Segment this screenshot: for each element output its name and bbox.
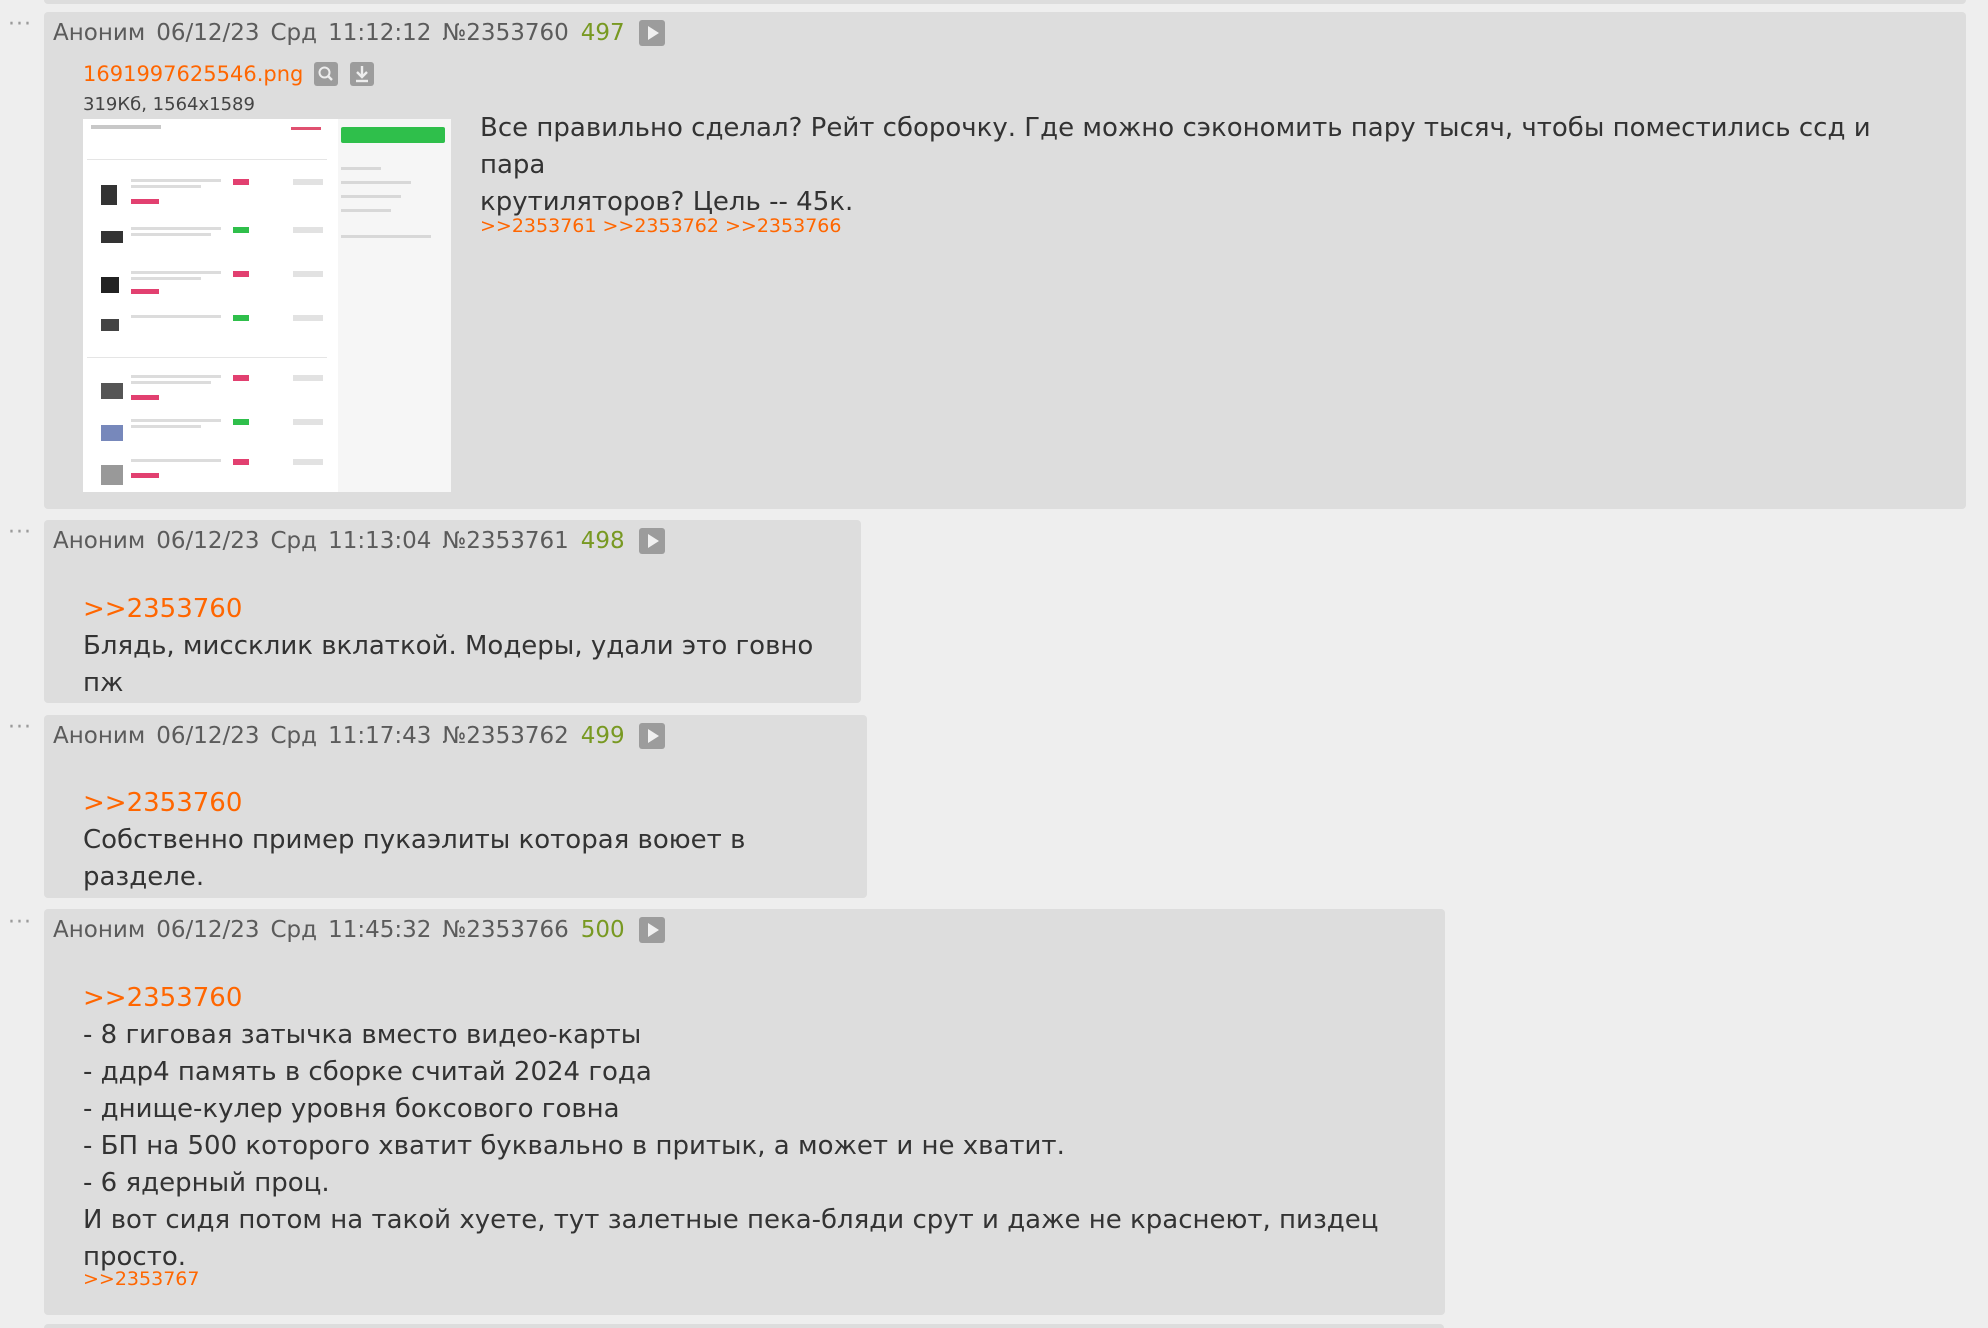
message-line: - днище-кулер уровня боксового говна	[83, 1094, 620, 1124]
post-date: 06/12/23	[156, 20, 260, 46]
post-count: 500	[580, 917, 625, 943]
post: Аноним 06/12/23 Срд 11:13:04 №2353761 49…	[44, 520, 861, 703]
post-number[interactable]: №2353766	[442, 917, 568, 943]
post-message: >>2353760 - 8 гиговая затычка вместо вид…	[83, 980, 1433, 1276]
search-icon[interactable]	[314, 62, 339, 86]
image-thumbnail[interactable]	[83, 119, 451, 492]
reply-links[interactable]: >>2353767	[83, 1268, 199, 1290]
quote-link[interactable]: >>2353760	[83, 980, 1433, 1017]
post-time: 11:13:04	[328, 528, 432, 554]
poster-name: Аноним	[53, 723, 146, 749]
next-post-edge	[44, 1324, 1444, 1328]
post-menu-icon[interactable]: ···	[8, 912, 32, 934]
post: Аноним 06/12/23 Срд 11:12:12 №2353760 49…	[44, 12, 1966, 509]
post-header: Аноним 06/12/23 Срд 11:45:32 №2353766 50…	[53, 917, 665, 943]
reply-links[interactable]: >>2353761 >>2353762 >>2353766	[480, 215, 841, 237]
post: Аноним 06/12/23 Срд 11:17:43 №2353762 49…	[44, 715, 867, 898]
post-number[interactable]: №2353761	[442, 528, 568, 554]
message-line: Все правильно сделал? Рейт сборочку. Где…	[480, 113, 1871, 180]
previous-post-edge	[44, 0, 1966, 4]
play-icon[interactable]	[638, 20, 665, 46]
post-count: 499	[580, 723, 625, 749]
post-message: >>2353760 Собственно пример пукаэлиты ко…	[83, 785, 867, 896]
post-date: 06/12/23	[156, 917, 260, 943]
post-menu-icon[interactable]: ···	[8, 522, 32, 544]
post-time: 11:45:32	[328, 917, 432, 943]
message-line: - БП на 500 которого хватит буквально в …	[83, 1131, 1065, 1161]
message-line: - ддр4 память в сборке считай 2024 года	[83, 1057, 652, 1087]
file-meta: 319Кб, 1564x1589	[83, 94, 255, 115]
play-icon[interactable]	[638, 723, 665, 749]
quote-link[interactable]: >>2353760	[83, 785, 867, 822]
post-message: Все правильно сделал? Рейт сборочку. Где…	[480, 110, 1930, 221]
message-line: И вот сидя потом на такой хуете, тут зал…	[83, 1205, 1379, 1272]
poster-name: Аноним	[53, 20, 146, 46]
message-line: - 6 ядерный проц.	[83, 1168, 330, 1198]
post-number[interactable]: №2353760	[442, 20, 568, 46]
post-count: 498	[580, 528, 625, 554]
post-message: >>2353760 Блядь, миссклик вклаткой. Моде…	[83, 591, 861, 702]
post-menu-icon[interactable]: ···	[8, 14, 32, 36]
post-header: Аноним 06/12/23 Срд 11:17:43 №2353762 49…	[53, 723, 665, 749]
post-time: 11:17:43	[328, 723, 432, 749]
post-count: 497	[580, 20, 625, 46]
post: Аноним 06/12/23 Срд 11:45:32 №2353766 50…	[44, 909, 1445, 1315]
post-day: Срд	[270, 20, 318, 46]
play-icon[interactable]	[638, 528, 665, 554]
download-icon[interactable]	[349, 62, 374, 86]
message-line: - 8 гиговая затычка вместо видео-карты	[83, 1020, 642, 1050]
post-number[interactable]: №2353762	[442, 723, 568, 749]
post-menu-icon[interactable]: ···	[8, 717, 32, 739]
file-name-link[interactable]: 1691997625546.png	[83, 62, 303, 86]
poster-name: Аноним	[53, 528, 146, 554]
post-date: 06/12/23	[156, 723, 260, 749]
post-day: Срд	[270, 723, 318, 749]
message-line: Собственно пример пукаэлиты которая воюе…	[83, 825, 746, 892]
post-header: Аноним 06/12/23 Срд 11:13:04 №2353761 49…	[53, 528, 665, 554]
post-day: Срд	[270, 528, 318, 554]
post-day: Срд	[270, 917, 318, 943]
post-header: Аноним 06/12/23 Срд 11:12:12 №2353760 49…	[53, 20, 665, 46]
poster-name: Аноним	[53, 917, 146, 943]
file-info: 1691997625546.png	[83, 62, 374, 86]
post-date: 06/12/23	[156, 528, 260, 554]
post-time: 11:12:12	[328, 20, 432, 46]
quote-link[interactable]: >>2353760	[83, 591, 861, 628]
message-line: Блядь, миссклик вклаткой. Модеры, удали …	[83, 631, 814, 698]
play-icon[interactable]	[638, 917, 665, 943]
